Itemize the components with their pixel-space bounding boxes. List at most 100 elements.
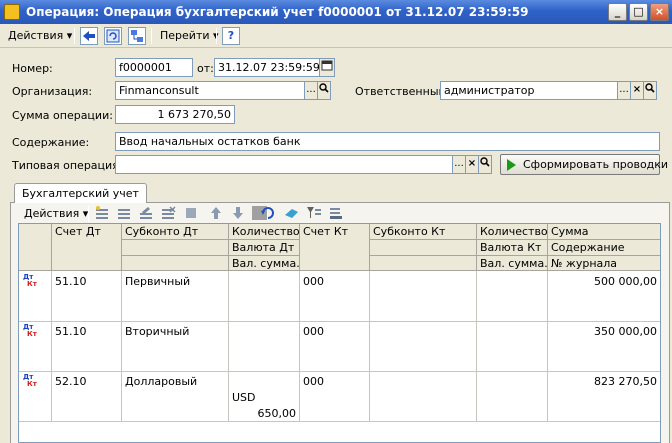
copy-row-icon[interactable] <box>116 206 132 220</box>
row-1-subconto-dt[interactable]: Первичный <box>125 275 190 288</box>
toolbar-separator <box>74 28 75 44</box>
header-journal[interactable]: № журнала <box>548 256 660 271</box>
move-up-icon[interactable] <box>208 206 224 220</box>
row-1-debit[interactable]: 51.10 <box>55 275 87 288</box>
grid-line <box>121 271 122 421</box>
actions-menu-label: Действия <box>8 29 64 42</box>
header-cur-sum-dt[interactable]: Вал. сумма... <box>229 256 300 271</box>
toolbar-separator <box>151 28 152 44</box>
header-subconto-kt-3 <box>370 256 477 271</box>
header-subconto-dt[interactable]: Субконто Дт <box>122 224 229 240</box>
add-row-icon[interactable] <box>94 206 110 220</box>
date-label: от: <box>197 62 214 75</box>
header-sum[interactable]: Сумма <box>548 224 660 240</box>
grid-line <box>51 271 52 421</box>
organization-label: Организация: <box>12 85 93 98</box>
typical-operation-field[interactable] <box>115 155 453 174</box>
row-1-credit[interactable]: 000 <box>303 275 324 288</box>
typical-operation-select-button[interactable]: ... <box>452 155 466 174</box>
search-icon[interactable] <box>478 155 492 174</box>
maximize-button[interactable]: □ <box>629 3 648 21</box>
content-field[interactable]: Ввод начальных остатков банк <box>115 132 660 151</box>
dt-kt-icon: Дт Кт <box>23 374 37 388</box>
toolbar-separator <box>88 206 89 222</box>
help-button[interactable]: ? <box>222 27 240 45</box>
tab-actions-label: Действия <box>24 207 80 220</box>
minimize-button[interactable]: _ <box>608 3 627 21</box>
row-icon-header <box>19 224 52 271</box>
search-icon[interactable] <box>317 81 331 100</box>
structure-icon[interactable] <box>128 27 146 45</box>
delete-row-icon[interactable] <box>160 206 176 220</box>
header-subconto-dt-3 <box>122 256 229 271</box>
clear-icon[interactable]: × <box>630 81 644 100</box>
edit-row-icon[interactable] <box>138 206 154 220</box>
row-2-subconto-dt[interactable]: Вторичный <box>125 325 189 338</box>
row-3-debit[interactable]: 52.10 <box>55 375 87 388</box>
actions-menu[interactable]: Действия ▾ <box>4 28 76 44</box>
row-2-debit[interactable]: 51.10 <box>55 325 87 338</box>
row-3-credit[interactable]: 000 <box>303 375 324 388</box>
organization-select-button[interactable]: ... <box>304 81 318 100</box>
organization-field[interactable]: Finmanconsult <box>115 81 305 100</box>
accounting-entries-table[interactable]: Счет Дт Субконто Дт Количество... Счет К… <box>18 223 661 443</box>
kt-mark: Кт <box>27 280 37 288</box>
close-button[interactable]: × <box>650 3 669 21</box>
grid-line <box>228 271 229 421</box>
row-3-currency-dt[interactable]: USD <box>232 391 256 404</box>
toolbar-separator <box>216 28 217 44</box>
search-icon[interactable] <box>643 81 657 100</box>
header-currency-kt[interactable]: Валюта Кт <box>477 240 548 256</box>
grid-line <box>19 421 660 422</box>
responsible-field[interactable]: администратор <box>440 81 618 100</box>
row-3-subconto-dt[interactable]: Долларовый <box>125 375 197 388</box>
typical-operation-label: Типовая операция: <box>12 159 123 172</box>
grid-line <box>476 271 477 421</box>
header-qty-dt[interactable]: Количество... <box>229 224 300 240</box>
clear-icon[interactable]: × <box>465 155 479 174</box>
row-2-sum[interactable]: 350 000,00 <box>551 325 657 338</box>
row-1-sum[interactable]: 500 000,00 <box>551 275 657 288</box>
tab-actions-menu[interactable]: Действия ▾ <box>20 206 92 222</box>
dt-kt-icon: Дт Кт <box>23 274 37 288</box>
content-label: Содержание: <box>12 136 90 149</box>
number-label: Номер: <box>12 62 53 75</box>
dt-kt-icon: Дт Кт <box>23 324 37 338</box>
window-title: Операция: Операция бухгалтерский учет f0… <box>26 5 529 19</box>
sort-icon[interactable] <box>328 206 344 220</box>
main-toolbar: Действия ▾ Перейти ▾ ? <box>0 24 672 48</box>
grid-line <box>547 271 548 421</box>
responsible-select-button[interactable]: ... <box>617 81 631 100</box>
responsible-label: Ответственный: <box>355 85 450 98</box>
calendar-icon[interactable] <box>319 58 335 77</box>
row-3-cur-sum-dt[interactable]: 650,00 <box>232 407 297 420</box>
window-title-bar: Операция: Операция бухгалтерский учет f0… <box>0 0 672 24</box>
end-edit-icon[interactable] <box>184 206 200 220</box>
header-debit-account[interactable]: Счет Дт <box>52 224 122 271</box>
eraser-icon[interactable] <box>284 206 300 220</box>
header-subconto-dt-2 <box>122 240 229 256</box>
move-down-icon[interactable] <box>230 206 246 220</box>
operation-sum-field[interactable]: 1 673 270,50 <box>115 105 235 124</box>
header-credit-account[interactable]: Счет Кт <box>300 224 370 271</box>
row-3-sum[interactable]: 823 270,50 <box>551 375 657 388</box>
header-subconto-kt[interactable]: Субконто Кт <box>370 224 477 240</box>
goto-menu[interactable]: Перейти ▾ <box>156 28 223 44</box>
refresh-icon[interactable] <box>260 206 276 220</box>
row-2-credit[interactable]: 000 <box>303 325 324 338</box>
tab-accounting[interactable]: Бухгалтерский учет <box>14 183 147 203</box>
header-content[interactable]: Содержание <box>548 240 660 256</box>
kt-mark: Кт <box>27 330 37 338</box>
refresh-icon[interactable] <box>104 27 122 45</box>
grid-line <box>299 271 300 421</box>
header-qty-kt[interactable]: Количество... <box>477 224 548 240</box>
grid-line <box>19 321 660 322</box>
header-cur-sum-kt[interactable]: Вал. сумма... <box>477 256 548 271</box>
filter-icon[interactable] <box>306 206 322 220</box>
operation-sum-label: Сумма операции: <box>12 109 113 122</box>
generate-entries-button[interactable]: Сформировать проводки <box>500 154 668 175</box>
date-field[interactable]: 31.12.07 23:59:59 <box>214 58 320 77</box>
back-arrow-icon[interactable] <box>80 27 98 45</box>
header-currency-dt[interactable]: Валюта Дт <box>229 240 300 256</box>
number-field[interactable]: f0000001 <box>115 58 193 77</box>
